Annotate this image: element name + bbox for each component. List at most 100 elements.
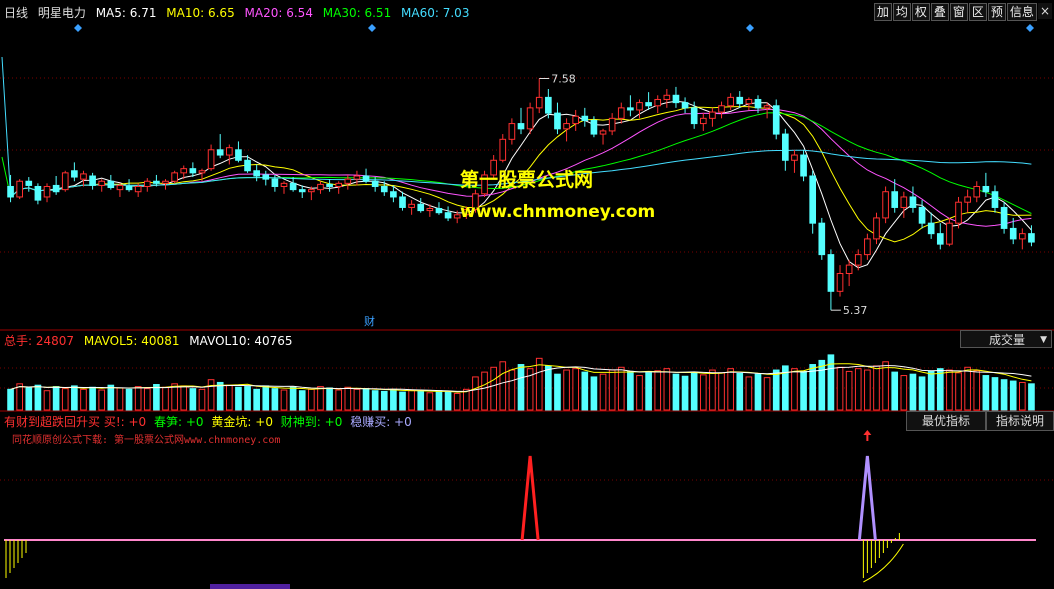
candle-body: [153, 180, 160, 184]
candle-body: [517, 123, 525, 130]
volume-bar: [982, 375, 990, 411]
indicator-item-golden-pit: 黄金坑: +0: [211, 415, 273, 429]
volume-bar: [754, 373, 762, 411]
volume-bar: [973, 370, 981, 411]
candle-body: [973, 185, 981, 198]
candle-body: [43, 185, 51, 198]
candle-body: [280, 182, 288, 187]
candle-body: [98, 180, 106, 186]
candle-body: [244, 159, 251, 172]
volume-bar: [207, 379, 215, 411]
indicator-signal-spike: [520, 455, 540, 541]
candle-body: [617, 107, 625, 119]
volume-bar: [189, 388, 197, 411]
candle-body: [116, 184, 124, 191]
volume-bar: [991, 377, 999, 411]
volume-bar: [61, 388, 69, 411]
volume-bar: [280, 389, 288, 411]
candle-body: [590, 119, 598, 135]
candle-body: [162, 180, 169, 184]
candle-body: [317, 183, 324, 191]
volume-bar: [663, 368, 671, 411]
volume-bar: [244, 386, 251, 411]
volume-bar: [964, 366, 971, 411]
volume-indicator-dropdown[interactable]: 成交量 ▼: [960, 330, 1052, 348]
candle-body: [390, 191, 397, 198]
candle-body: [663, 94, 671, 100]
mavol5-label: MAVOL5: 40081: [83, 334, 180, 348]
mavol10-label: MAVOL10: 40765: [189, 334, 293, 348]
volume-bar: [107, 384, 115, 411]
volume-bar: [417, 390, 425, 411]
indicator-item-rebound: 有财到超跌回升买 买!: +0: [4, 415, 147, 429]
volume-bar: [909, 373, 917, 411]
volume-bar: [554, 373, 561, 411]
volume-bar: [927, 370, 935, 411]
volume-bar: [490, 366, 497, 411]
candle-body: [672, 94, 680, 104]
chart-canvas[interactable]: 7.58 5.37 财: [0, 0, 1054, 589]
volume-bar: [654, 370, 662, 411]
indicator-header: 有财到超跌回升买 买!: +0 春笋: +0 黄金坑: +0 财神到: +0 稳…: [4, 413, 416, 430]
volume-bar: [481, 371, 488, 411]
candle-body: [71, 170, 78, 178]
candle-body: [435, 207, 443, 214]
candle-body: [380, 185, 388, 193]
volume-bar: [827, 354, 835, 411]
candle-body: [599, 130, 607, 135]
candle-body: [645, 102, 652, 107]
candle-body: [754, 98, 762, 109]
volume-bar: [590, 376, 598, 411]
volume-bar: [98, 389, 106, 411]
volume-bar: [399, 391, 406, 411]
best-indicator-button[interactable]: 最优指标: [906, 411, 986, 431]
volume-bar: [235, 386, 242, 411]
candle-body: [80, 173, 87, 180]
indicator-item-wenzhuan: 稳赚买: +0: [350, 415, 412, 429]
candle-body: [34, 185, 42, 201]
candle-body: [298, 189, 306, 193]
volume-bar: [444, 391, 452, 411]
volume-bar: [699, 374, 707, 411]
candle-body: [946, 222, 953, 245]
volume-bar: [891, 371, 899, 411]
candle-body: [508, 123, 516, 140]
candle-body: [399, 196, 406, 208]
volume-bar: [335, 389, 343, 411]
volume-bar: [80, 388, 87, 411]
candle-body: [927, 222, 935, 235]
candle-body: [627, 107, 634, 111]
candle-body: [900, 196, 908, 208]
indicator-signal-spike: [857, 455, 877, 541]
candle-body: [636, 102, 643, 111]
volume-bar: [16, 383, 23, 411]
volume-bar: [946, 369, 953, 411]
candle-body: [608, 117, 616, 132]
candle-body: [1009, 227, 1017, 240]
candle-body: [371, 180, 379, 187]
candle-body: [1000, 206, 1008, 229]
volume-bar: [462, 388, 470, 411]
volume-bar: [134, 386, 142, 411]
candle-body: [16, 180, 23, 198]
candle-body: [171, 172, 178, 182]
candle-body: [955, 201, 962, 224]
volume-bar: [854, 368, 862, 411]
candle-body: [444, 212, 452, 219]
volume-bar: [581, 371, 589, 411]
volume-header: 总手: 24807 MAVOL5: 40081 MAVOL10: 40765: [4, 332, 299, 349]
candle-body: [563, 123, 570, 130]
volume-bar: [34, 384, 42, 411]
volume-bar: [1009, 380, 1017, 411]
volume-bar: [317, 386, 324, 411]
volume-bar: [918, 376, 926, 411]
indicator-help-button[interactable]: 指标说明: [986, 411, 1054, 431]
volume-dropdown-label: 成交量: [989, 333, 1026, 347]
candle-body: [882, 191, 889, 219]
indicator-subtitle: 同花顺原创公式下载: 第一股票公式网www.chnmoney.com: [12, 435, 281, 446]
candle-body: [745, 98, 753, 105]
volume-bar: [1028, 383, 1035, 411]
candle-body: [499, 138, 507, 161]
candle-body: [873, 217, 880, 240]
volume-bar: [791, 368, 798, 411]
